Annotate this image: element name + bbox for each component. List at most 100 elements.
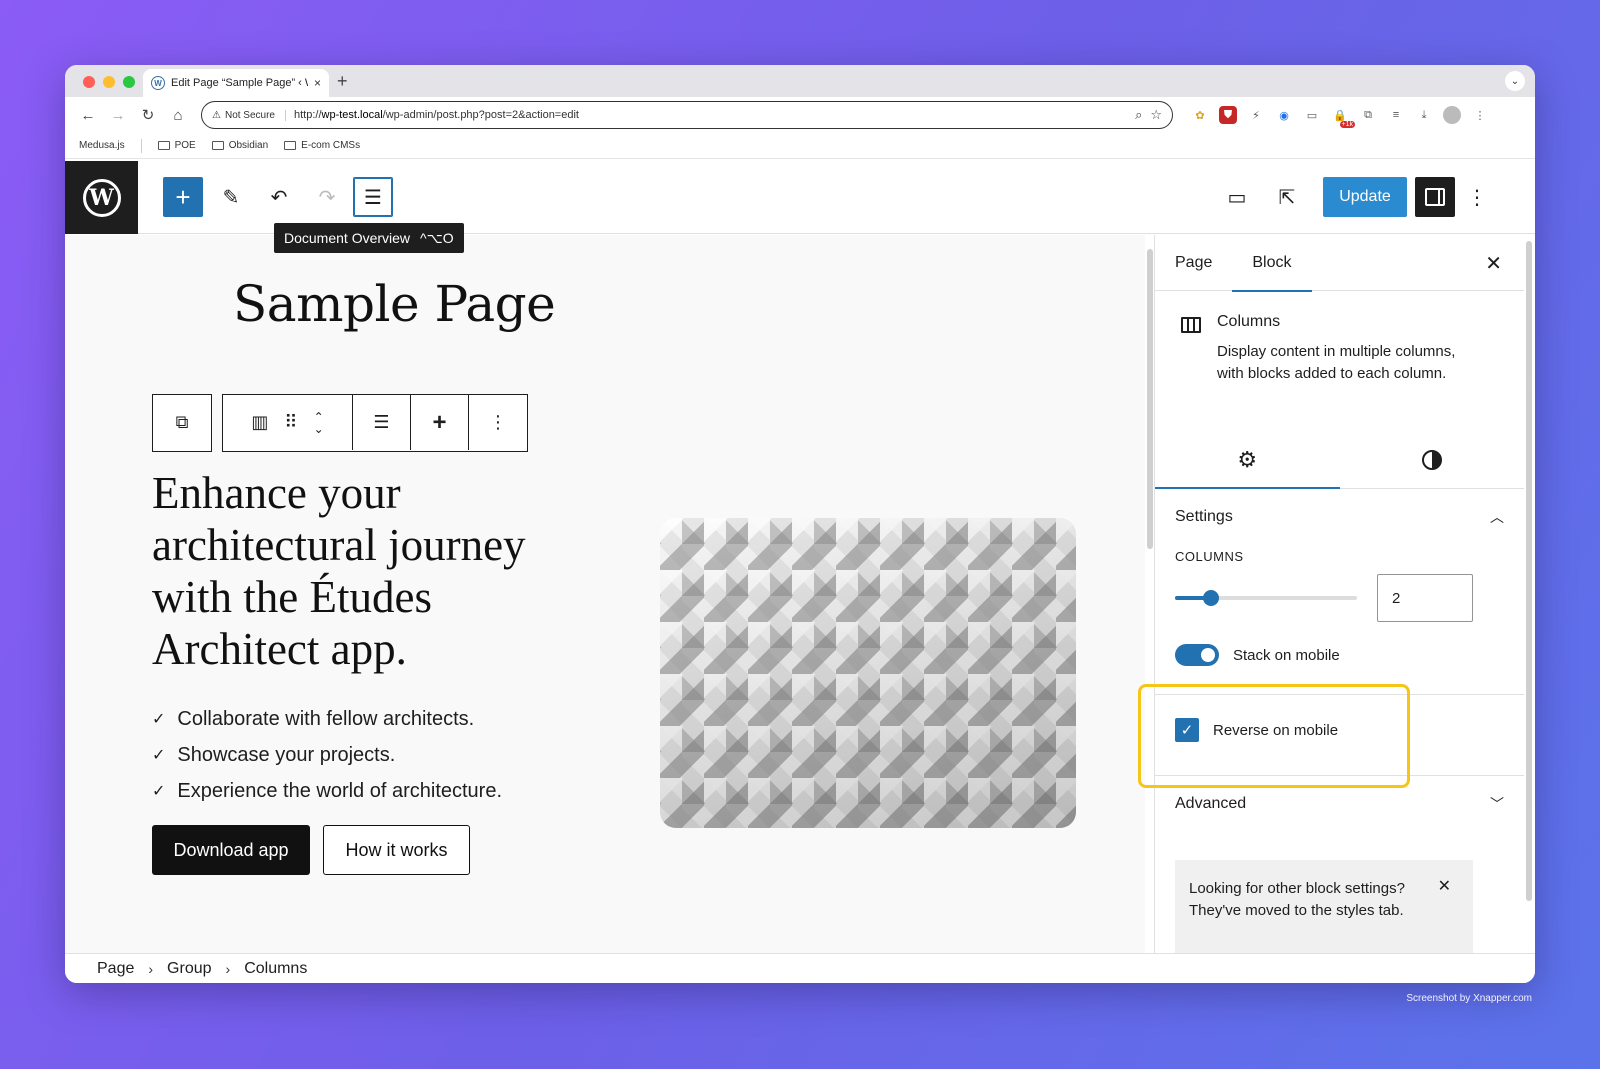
reload-icon[interactable]: ↻ xyxy=(135,102,161,128)
url-prefix: http:// xyxy=(294,109,322,121)
download-app-button[interactable]: Download app xyxy=(152,825,310,875)
close-window-button[interactable] xyxy=(83,76,95,88)
browser-menu-icon[interactable]: ⋮ xyxy=(1471,106,1489,124)
block-type-button[interactable]: ▥ ⠿ ⌃ ⌄ xyxy=(223,395,353,450)
page-title[interactable]: Sample Page xyxy=(233,275,556,333)
forward-icon[interactable]: → xyxy=(105,102,131,128)
columns-icon: ▥ xyxy=(251,412,269,432)
address-bar[interactable]: ⚠ Not Secure http://wp-test.local/wp-adm… xyxy=(201,101,1173,129)
options-button[interactable]: ⋮ xyxy=(1457,177,1497,217)
columns-control: 2 xyxy=(1155,574,1524,622)
tools-button[interactable]: ✎ xyxy=(211,177,251,217)
tab-block[interactable]: Block xyxy=(1232,254,1312,292)
tab-page[interactable]: Page xyxy=(1175,254,1212,272)
tab-styles[interactable] xyxy=(1340,431,1525,488)
breadcrumb-page[interactable]: Page xyxy=(97,960,134,978)
reverse-on-mobile-label[interactable]: Reverse on mobile xyxy=(1213,722,1338,739)
url-text[interactable]: http://wp-test.local/wp-admin/post.php?p… xyxy=(294,109,1127,121)
laptop-icon: ▭ xyxy=(1227,186,1247,209)
select-parent-button[interactable]: ⧉ xyxy=(153,395,211,450)
close-sidebar-icon[interactable]: ✕ xyxy=(1485,251,1502,276)
columns-slider[interactable] xyxy=(1175,590,1357,606)
update-button[interactable]: Update xyxy=(1323,177,1407,217)
view-page-button[interactable]: ⇱ xyxy=(1267,177,1307,217)
reading-list-icon[interactable]: ≡ xyxy=(1387,106,1405,124)
columns-number-input[interactable]: 2 xyxy=(1377,574,1473,622)
drag-handle-icon[interactable]: ⠿ xyxy=(284,412,297,433)
extensions-puzzle-icon[interactable]: ⧉ xyxy=(1359,106,1377,124)
browser-tab[interactable]: W Edit Page “Sample Page” ‹ W × xyxy=(143,69,329,97)
breadcrumb-columns[interactable]: Columns xyxy=(244,960,307,978)
check-icon: ✓ xyxy=(152,783,166,800)
align-center-icon: ☰ xyxy=(373,412,390,432)
move-up-down-icon[interactable]: ⌃ ⌄ xyxy=(314,411,324,435)
screenshot-credit: Screenshot by Xnapper.com xyxy=(1406,993,1532,1004)
wordpress-logo-button[interactable]: W xyxy=(65,161,138,234)
advanced-panel-header[interactable]: Advanced ﹀ xyxy=(1155,776,1524,832)
bookmark-folder[interactable]: Obsidian xyxy=(211,140,268,151)
redo-button[interactable]: ↷ xyxy=(307,177,347,217)
bookmark-item[interactable]: Medusa.js xyxy=(79,140,125,151)
url-path: /wp-admin/post.php?post=2&action=edit xyxy=(382,109,579,121)
reverse-on-mobile-checkbox[interactable]: ✓ xyxy=(1175,718,1199,742)
extension-folder-icon[interactable]: ▭ xyxy=(1303,106,1321,124)
block-toolbar: ⧉ ▥ ⠿ ⌃ ⌄ ☰ + ⋮ xyxy=(152,394,528,452)
bookmark-folder[interactable]: POE xyxy=(157,140,196,151)
how-it-works-button[interactable]: How it works xyxy=(323,825,470,875)
bookmark-star-icon[interactable]: ☆ xyxy=(1150,107,1162,123)
undo-icon: ↶ xyxy=(270,186,288,209)
list-item[interactable]: ✓ Collaborate with fellow architects. xyxy=(152,701,502,737)
maximize-window-button[interactable] xyxy=(123,76,135,88)
list-item[interactable]: ✓ Experience the world of architecture. xyxy=(152,773,502,809)
extension-lock-icon[interactable]: 🔒 +1k xyxy=(1331,106,1355,128)
profile-avatar[interactable] xyxy=(1443,106,1461,124)
navigation-bar: ← → ↻ ⌂ ⚠ Not Secure http://wp-test.loca… xyxy=(65,97,1535,133)
settings-heading: Settings xyxy=(1175,508,1233,525)
block-options-button[interactable]: ⋮ xyxy=(469,395,527,450)
folder-icon xyxy=(157,141,170,150)
settings-sidebar-toggle[interactable] xyxy=(1415,177,1455,217)
document-overview-tooltip: Document Overview ^⌥O xyxy=(274,223,464,253)
align-button[interactable]: ☰ xyxy=(353,395,411,450)
canvas-scrollbar[interactable] xyxy=(1147,249,1153,549)
stack-on-mobile-toggle[interactable] xyxy=(1175,644,1219,666)
architecture-image[interactable] xyxy=(660,518,1076,828)
bookmark-separator xyxy=(140,138,142,153)
redo-icon: ↷ xyxy=(318,186,336,209)
security-indicator[interactable]: ⚠ Not Secure xyxy=(212,109,286,121)
preview-button[interactable]: ▭ xyxy=(1217,177,1257,217)
undo-button[interactable]: ↶ xyxy=(259,177,299,217)
sidebar-scrollbar[interactable] xyxy=(1526,241,1532,901)
extension-shield-icon[interactable]: ⛊ xyxy=(1219,106,1237,124)
minimize-window-button[interactable] xyxy=(103,76,115,88)
toggle-knob xyxy=(1201,648,1215,662)
tab-settings[interactable]: ⚙ xyxy=(1155,431,1340,489)
extension-bolt-icon[interactable]: ⚡ xyxy=(1247,106,1265,124)
document-overview-button[interactable]: ☰ xyxy=(353,177,393,217)
tab-search-icon[interactable]: ⌄ xyxy=(1505,71,1525,91)
settings-panel-header[interactable]: Settings ︿ xyxy=(1155,489,1524,545)
headline[interactable]: Enhance your architectural journey with … xyxy=(152,467,572,675)
tooltip-label: Document Overview xyxy=(284,230,411,246)
sidebar-icon xyxy=(1425,188,1445,206)
tab-title: Edit Page “Sample Page” ‹ W xyxy=(171,77,308,89)
new-tab-button[interactable]: + xyxy=(337,71,348,92)
extension-password-icon[interactable]: ◉ xyxy=(1275,106,1293,124)
editor-canvas[interactable]: Sample Page ⧉ ▥ ⠿ ⌃ ⌄ ☰ + ⋮ Enhance your … xyxy=(65,235,1145,953)
download-icon[interactable]: ⤓ xyxy=(1415,106,1433,124)
styles-contrast-icon xyxy=(1421,449,1442,470)
list-item[interactable]: ✓ Showcase your projects. xyxy=(152,737,502,773)
dismiss-notice-icon[interactable]: ✕ xyxy=(1438,876,1451,898)
zoom-icon[interactable]: ⌕ xyxy=(1135,107,1142,123)
settings-sidebar: Page Block ✕ Columns Display content in … xyxy=(1154,235,1524,953)
slider-thumb[interactable] xyxy=(1203,590,1220,606)
bookmark-folder[interactable]: E-com CMSs xyxy=(284,140,360,151)
home-icon[interactable]: ⌂ xyxy=(165,102,191,128)
block-inserter-button[interactable]: + xyxy=(163,177,203,217)
list-item-text: Collaborate with fellow architects. xyxy=(177,707,475,730)
justify-button[interactable]: + xyxy=(411,395,469,450)
tab-close-icon[interactable]: × xyxy=(314,76,321,90)
breadcrumb-group[interactable]: Group xyxy=(167,960,211,978)
extension-flower-icon[interactable]: ✿ xyxy=(1191,106,1209,124)
back-icon[interactable]: ← xyxy=(75,102,101,128)
